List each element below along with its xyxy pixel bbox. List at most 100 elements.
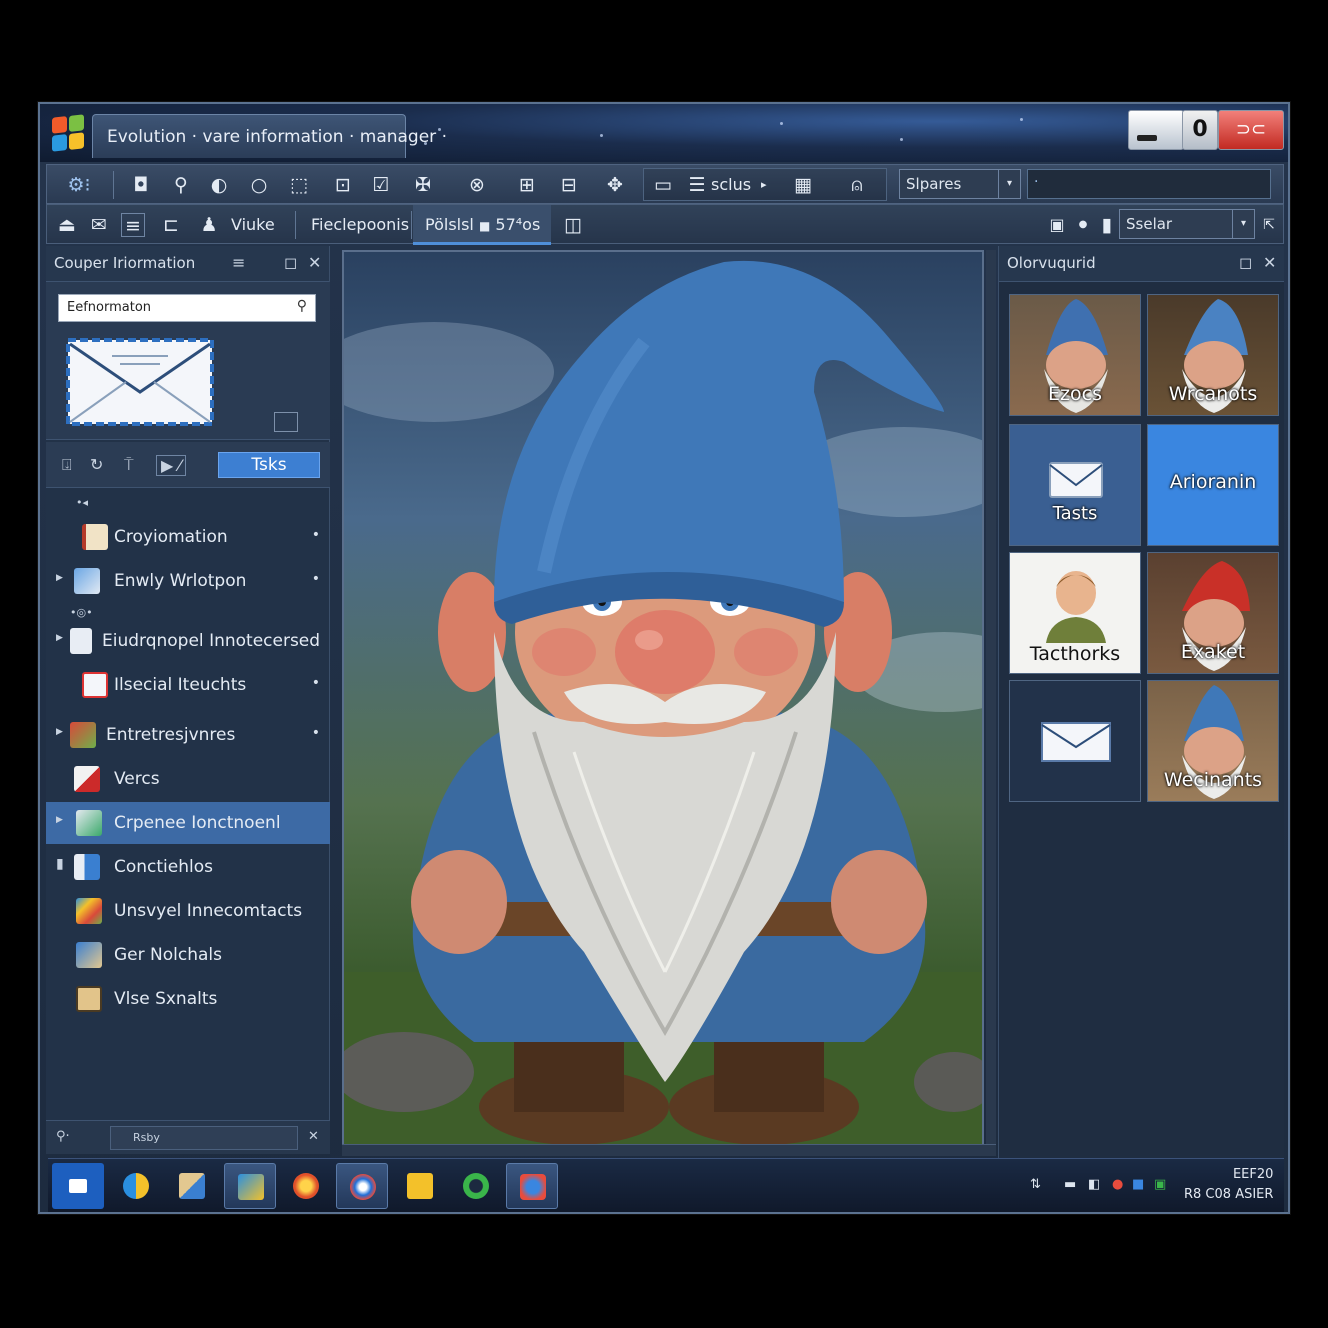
edit-icon[interactable]: ⊡ <box>331 173 355 197</box>
lock-icon[interactable]: ⏏ <box>55 213 79 237</box>
moon-icon[interactable]: ◐ <box>207 173 231 197</box>
tasks-button[interactable]: Tsks <box>218 452 320 478</box>
layout-icon[interactable]: ⊏ <box>159 213 183 237</box>
display-icon[interactable]: ▭ <box>651 173 675 197</box>
columns-icon[interactable]: ⊟ <box>557 173 581 197</box>
tree-item[interactable]: Ilsecial Iteuchts • <box>46 664 330 706</box>
minimize-button[interactable] <box>1128 110 1184 150</box>
move-icon[interactable]: ✥ <box>603 173 627 197</box>
tray-speaker-icon[interactable]: ◧ <box>1088 1177 1100 1192</box>
sselar-combo[interactable]: Sselar ▾ <box>1119 209 1255 239</box>
search-icon[interactable]: ⚲ <box>297 298 307 314</box>
taskbar-app-store[interactable] <box>224 1163 276 1209</box>
tree-item[interactable]: Vlse Sxnalts <box>46 978 330 1020</box>
tree-item[interactable]: Unsvyel Innecomtacts <box>46 890 330 932</box>
taskbar-app-explorer[interactable] <box>166 1163 218 1209</box>
gallery-tile-active[interactable]: Arioranin <box>1147 424 1279 546</box>
view-selector-arrow-icon[interactable]: ▸ <box>761 178 767 191</box>
expander-icon[interactable]: ▶ <box>56 633 63 643</box>
title-bar[interactable]: Evolution · vare information · manager ·… <box>40 104 1288 162</box>
check-icon[interactable]: ☑ <box>369 173 393 197</box>
image-icon[interactable]: ▣ <box>1045 213 1069 237</box>
tray-flag-icon[interactable]: ■ <box>1132 1177 1144 1192</box>
footer-close-icon[interactable]: ✕ <box>308 1129 319 1144</box>
tree-item[interactable]: Ger Nolchals <box>46 934 330 976</box>
user-icon[interactable]: ♟ <box>197 213 221 237</box>
frame-icon[interactable]: ⬚ <box>287 173 311 197</box>
expander-icon[interactable]: ▶ <box>56 815 63 825</box>
tree-item[interactable]: ▶ Entretresjvnres • <box>46 714 330 756</box>
mail-icon[interactable]: ✉ <box>87 213 111 237</box>
tab-viuke[interactable]: Viuke <box>219 205 287 245</box>
close-panel-icon[interactable]: ✕ <box>1263 253 1276 272</box>
close-panel-icon[interactable]: ✕ <box>308 253 321 272</box>
menu-icon[interactable]: ≡ <box>232 253 245 272</box>
circle-icon[interactable]: ○ <box>247 173 271 197</box>
image-viewer[interactable] <box>342 250 984 1146</box>
taskbar-app-evolution[interactable] <box>506 1163 558 1209</box>
gallery-tile[interactable]: Exaket <box>1147 552 1279 674</box>
taskbar-app-notes[interactable] <box>394 1163 446 1209</box>
zoom-icon[interactable]: ⚲· <box>56 1129 70 1144</box>
tree-item-selected[interactable]: ▶ Crpenee Ionctnoenl <box>46 802 330 844</box>
gallery-tile[interactable]: Wecinants <box>1147 680 1279 802</box>
gallery-tile[interactable] <box>1009 680 1141 802</box>
maximize-button[interactable]: 0 <box>1182 110 1218 150</box>
refresh-icon[interactable]: ↻ <box>90 455 103 474</box>
bell-icon[interactable]: ⍝ <box>845 173 869 197</box>
tag-icon[interactable]: ⍑ <box>124 455 134 475</box>
right-panel: Olorvuqurid ◻ ✕ Ezocs Wrcanots Tasts Ari… <box>998 246 1284 1158</box>
expander-icon[interactable]: ▶ <box>56 727 63 737</box>
footer-input[interactable]: Rsby <box>110 1126 298 1150</box>
expand-icon[interactable]: ⇱ <box>1257 213 1281 237</box>
spares-combo[interactable]: Slpares ▾ <box>899 169 1021 199</box>
taskbar-app-browser-blue[interactable] <box>336 1163 388 1209</box>
tray-chrome-icon[interactable]: ● <box>1112 1177 1123 1192</box>
taskbar-app-firefox[interactable] <box>280 1163 332 1209</box>
slider-handle-icon[interactable]: ▮ <box>1097 213 1117 237</box>
tree-item[interactable]: Vercs <box>46 758 330 800</box>
expander-icon[interactable]: ▶ <box>56 573 63 583</box>
tab-fieclepoonis[interactable]: Fieclepoonis <box>299 205 421 245</box>
tray-network-icon[interactable]: ⇅ <box>1030 1177 1041 1192</box>
play-icon[interactable]: ▶ ⁄ <box>156 455 187 476</box>
start-button[interactable] <box>52 1163 104 1209</box>
notes-icon[interactable] <box>274 412 298 432</box>
vertical-scrollbar[interactable] <box>986 250 996 1146</box>
restore-icon[interactable]: ◻ <box>1239 253 1252 272</box>
tile-caption: Wrcanots <box>1168 383 1258 405</box>
horizontal-scrollbar[interactable] <box>342 1144 996 1156</box>
left-search-input[interactable]: Eefnormaton ⚲ <box>58 294 316 322</box>
pin-icon[interactable]: ⚲ <box>169 173 193 197</box>
tree-item[interactable]: ▶ Enwly Wrlotpon • <box>46 560 330 602</box>
list-icon[interactable]: ☰ <box>685 173 709 197</box>
new-icon[interactable]: ◘ <box>129 173 153 197</box>
grid-icon[interactable]: ▦ <box>791 173 815 197</box>
close-button[interactable]: ⊃⊂ <box>1218 110 1284 150</box>
taskbar-app-chat[interactable] <box>450 1163 502 1209</box>
toolbar-search-input[interactable]: · <box>1027 169 1271 199</box>
restore-icon[interactable]: ◻ <box>284 253 297 272</box>
gallery-tile[interactable]: Tasts <box>1009 424 1141 546</box>
panel-icon[interactable]: ◫ <box>561 213 585 237</box>
gallery-tile[interactable]: Wrcanots <box>1147 294 1279 416</box>
split-icon[interactable]: ⊞ <box>515 173 539 197</box>
tools-icon[interactable]: ✠ <box>411 173 435 197</box>
tree-item[interactable]: Croyiomation • <box>46 516 330 558</box>
tab-polslsl[interactable]: Pölslsl ■ 57⁴os <box>413 205 551 245</box>
filter-icon[interactable]: ⍗ <box>62 455 72 475</box>
gallery-tile[interactable]: Ezocs <box>1009 294 1141 416</box>
doc-icon[interactable]: ≡ <box>121 213 145 237</box>
view-selector[interactable]: sclus <box>711 175 751 194</box>
app-menu-icon[interactable]: ⚙⁝ <box>59 173 99 197</box>
sync-icon[interactable]: ⊗ <box>465 173 489 197</box>
main-toolbar: ⚙⁝ ◘ ⚲ ◐ ○ ⬚ ⊡ ☑ ✠ ⊗ ⊞ ⊟ ✥ ▭ ☰ sclus ▸ ▦… <box>46 164 1284 204</box>
tray-display-icon[interactable]: ▬ <box>1064 1177 1076 1192</box>
gallery-tile[interactable]: Tacthorks <box>1009 552 1141 674</box>
taskbar-clock[interactable]: EEF20 R8 C08 ASIER <box>1184 1165 1273 1205</box>
spares-combo-value: Slpares <box>906 175 962 193</box>
tray-battery-icon[interactable]: ▣ <box>1154 1177 1166 1192</box>
taskbar-app-browser-yellow[interactable] <box>110 1163 162 1209</box>
tree-item[interactable]: ▮ Conctiehlos <box>46 846 330 888</box>
tree-item[interactable]: ▶ Eiudrqnopel Innotecersed <box>46 620 330 662</box>
